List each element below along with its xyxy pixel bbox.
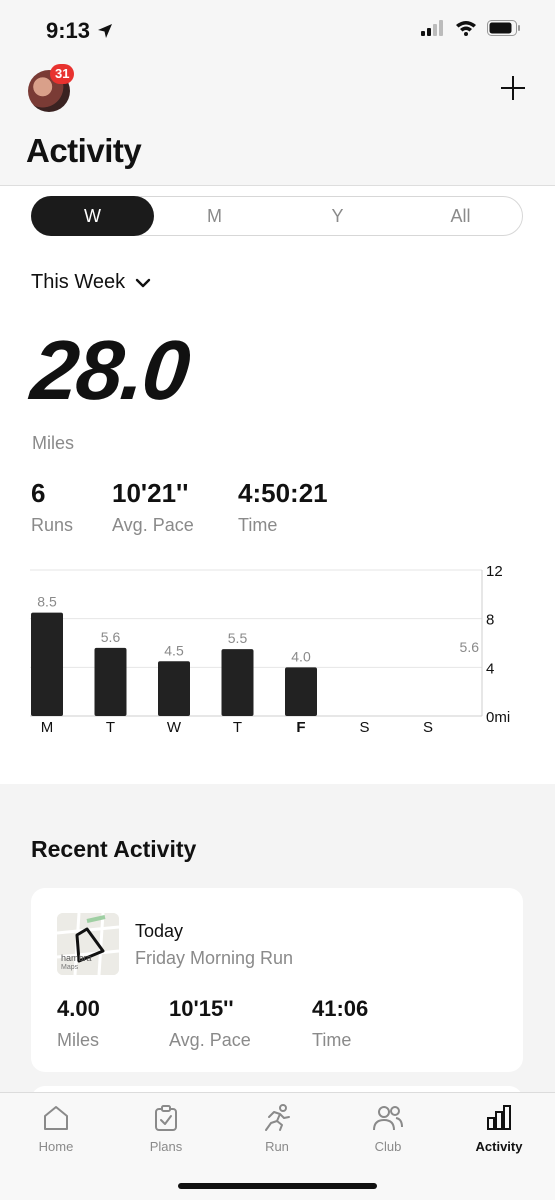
header-area: 9:13 31 Activity [0, 0, 555, 186]
map-place-label: hambra [61, 953, 92, 963]
x-tick-label: S [359, 719, 369, 736]
bar-value-label: 4.5 [164, 642, 184, 658]
activity-card[interactable]: hambra Maps Today Friday Morning Run 4.0… [31, 888, 523, 1072]
card-distance-label: Miles [57, 1030, 100, 1050]
tab-plans[interactable]: Plans [116, 1103, 216, 1154]
segment-week[interactable]: W [31, 196, 154, 236]
bar [158, 661, 190, 716]
tab-plans-label: Plans [149, 1139, 183, 1154]
card-pace-value: 10'15'' [169, 996, 234, 1021]
pace-label: Avg. Pace [112, 515, 194, 535]
bar-value-label: 5.6 [101, 629, 121, 645]
bar-value-label: 5.5 [228, 630, 248, 646]
page-title: Activity [26, 132, 142, 169]
time-label: Time [238, 515, 278, 535]
period-segmented-control: W M Y All [31, 196, 523, 236]
segment-year[interactable]: Y [276, 197, 399, 235]
average-label: 5.6 [460, 639, 480, 655]
pace-stat: 10'21'' Avg. Pace [112, 478, 194, 536]
card-time-stat: 41:06 Time [312, 996, 368, 1051]
period-dropdown[interactable]: This Week [31, 271, 151, 294]
tab-home[interactable]: Home [6, 1103, 106, 1154]
club-icon [373, 1106, 403, 1131]
y-tick-label: 0mi [486, 709, 510, 726]
chevron-down-icon [135, 278, 151, 287]
wifi-icon [456, 21, 476, 36]
x-tick-label: S [423, 719, 433, 736]
runs-value: 6 [31, 478, 46, 508]
activity-date: Today [135, 921, 184, 941]
segment-all[interactable]: All [399, 197, 522, 235]
time-value: 4:50:21 [238, 478, 328, 508]
bar-value-label: 4.0 [291, 648, 311, 664]
home-icon [44, 1106, 68, 1130]
bar-value-label: 8.5 [37, 594, 57, 610]
add-icon[interactable] [501, 76, 525, 100]
activity-icon [487, 1105, 511, 1130]
notification-badge: 31 [50, 64, 75, 84]
tab-run[interactable]: Run [227, 1103, 327, 1154]
segment-month[interactable]: M [153, 197, 276, 235]
activity-name: Friday Morning Run [135, 948, 294, 968]
route-map-thumbnail: hambra Maps [57, 913, 119, 975]
y-tick-label: 8 [486, 612, 494, 629]
card-distance-value: 4.00 [57, 996, 100, 1021]
bar [94, 647, 127, 716]
home-indicator [178, 1183, 377, 1189]
tab-activity[interactable]: Activity [449, 1103, 549, 1154]
plans-icon [155, 1105, 177, 1131]
tab-club-label: Club [374, 1139, 402, 1154]
x-tick-label: T [233, 719, 242, 736]
card-time-value: 41:06 [312, 996, 369, 1021]
bar [285, 667, 317, 716]
status-time: 9:13 [46, 18, 114, 44]
y-tick-label: 12 [486, 563, 503, 580]
weekly-distance-chart: 0mi 4 8 12 5.6 8.5 M 5.6 T 4.5 W 5.5 T 4.0 F S S [30, 563, 510, 736]
bar [31, 612, 63, 716]
card-pace-label: Avg. Pace [169, 1030, 251, 1050]
cellular-signal-icon [421, 20, 443, 36]
tab-club[interactable]: Club [338, 1103, 438, 1154]
pace-value: 10'21'' [112, 478, 189, 508]
tab-run-label: Run [265, 1139, 289, 1154]
recent-activity-title: Recent Activity [31, 836, 197, 862]
x-tick-label: T [106, 719, 115, 736]
status-indicators [421, 20, 521, 36]
bar [221, 649, 254, 716]
y-tick-label: 4 [486, 660, 494, 677]
runs-stat: 6 Runs [31, 478, 73, 536]
card-time-label: Time [312, 1030, 352, 1050]
x-tick-label: F [296, 719, 305, 736]
tab-home-label: Home [38, 1139, 74, 1154]
battery-icon [487, 20, 520, 36]
location-arrow-icon [98, 24, 113, 38]
x-tick-label: W [167, 719, 182, 736]
period-label: This Week [31, 271, 126, 293]
total-distance: 28.0 [27, 323, 193, 417]
runs-label: Runs [31, 515, 74, 535]
card-distance-stat: 4.00 Miles [57, 996, 100, 1051]
card-pace-stat: 10'15'' Avg. Pace [169, 996, 251, 1051]
x-tick-label: M [41, 719, 54, 736]
distance-unit: Miles [32, 433, 75, 453]
run-icon [265, 1104, 290, 1131]
clock-text: 9:13 [46, 18, 91, 43]
tab-activity-label: Activity [475, 1139, 523, 1154]
time-stat: 4:50:21 Time [238, 478, 328, 536]
maps-attribution: Maps [61, 964, 79, 971]
